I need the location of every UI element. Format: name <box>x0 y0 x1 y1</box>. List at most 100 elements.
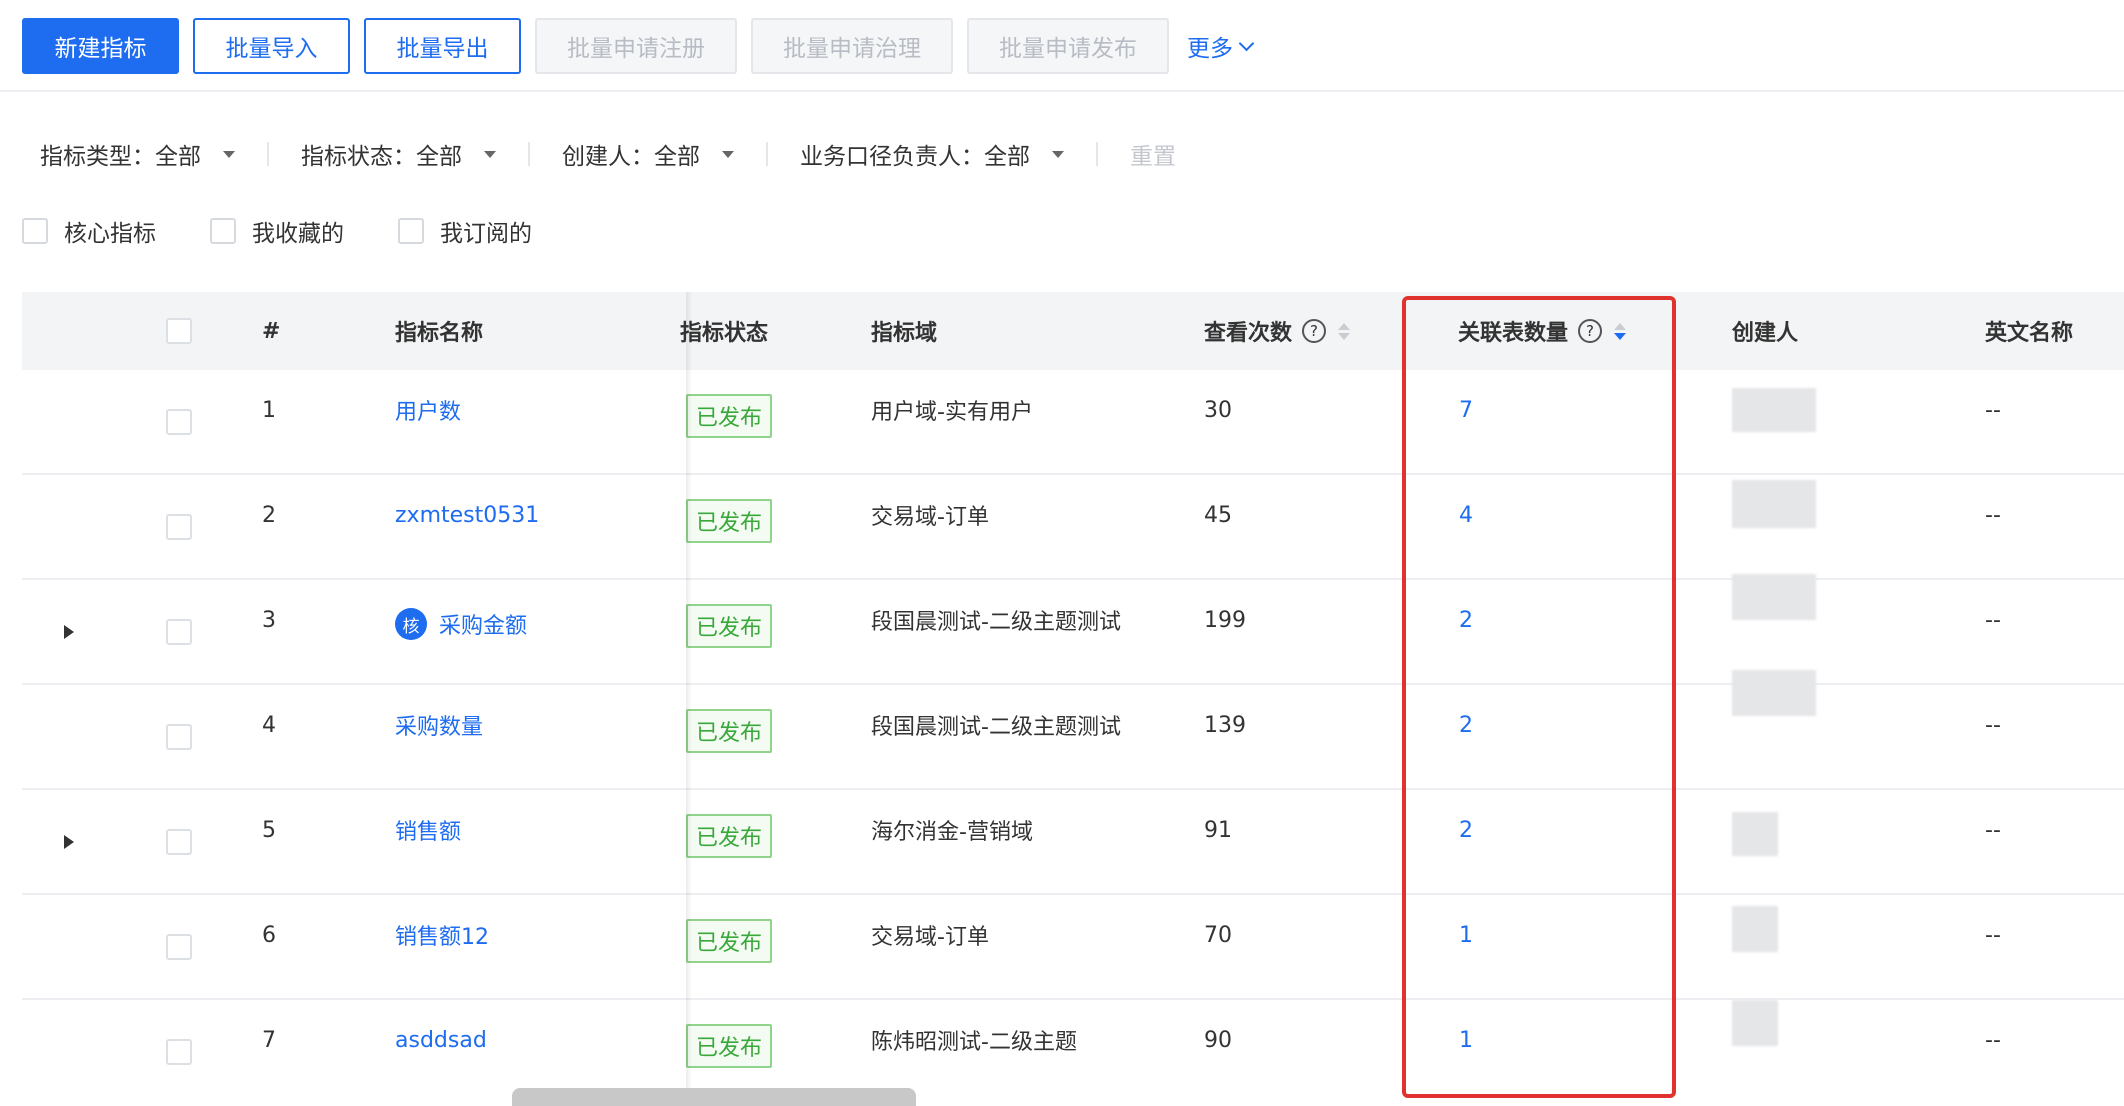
metric-name-link[interactable]: 核 采购金额 <box>395 584 527 664</box>
help-icon[interactable]: ? <box>1578 319 1603 343</box>
expand-toggle[interactable] <box>64 802 74 882</box>
table-row[interactable]: 5 销售额 已发布 海尔消金-营销域 91 2 -- <box>22 790 2124 895</box>
col-creator: 创建人 <box>1732 321 1799 346</box>
help-icon[interactable]: ? <box>1302 319 1327 343</box>
filter-type[interactable]: 指标类型：全部 <box>40 137 235 171</box>
row-checkbox[interactable] <box>166 487 192 567</box>
sort-icon[interactable] <box>1614 322 1627 340</box>
col-index: # <box>262 318 281 344</box>
english-name-cell: -- <box>1985 712 2001 738</box>
row-index: 1 <box>262 397 276 423</box>
row-index: 3 <box>262 607 276 633</box>
metric-name-link[interactable]: asddsad <box>395 1000 487 1080</box>
creator-avatar-redacted <box>1732 388 1816 432</box>
col-views-label: 查看次数 <box>1204 321 1293 346</box>
table-row[interactable]: 6 销售额12 已发布 交易域-订单 70 1 -- <box>22 895 2124 1000</box>
domain-cell: 用户域-实有用户 <box>871 400 1033 425</box>
select-all-checkbox[interactable] <box>166 292 192 370</box>
creator-avatar-redacted <box>1732 670 1816 716</box>
favorited-checkbox[interactable]: 我收藏的 <box>210 214 344 248</box>
metric-name-link[interactable]: 销售额 <box>395 790 461 870</box>
horizontal-scrollbar[interactable] <box>512 1088 916 1106</box>
filter-type-label: 指标类型：全部 <box>40 144 201 170</box>
checkbox-box[interactable] <box>166 724 192 750</box>
metric-name-link[interactable]: zxmtest0531 <box>395 475 539 555</box>
english-name-cell: -- <box>1985 397 2001 423</box>
checkbox-box[interactable] <box>166 829 192 855</box>
fixed-column-shadow <box>686 292 692 1106</box>
status-badge: 已发布 <box>686 1024 773 1068</box>
more-dropdown[interactable]: 更多 <box>1187 29 1255 63</box>
english-name-cell: -- <box>1985 502 2001 528</box>
checkbox-box[interactable] <box>166 409 192 435</box>
new-metric-button[interactable]: 新建指标 <box>22 18 179 74</box>
batch-govern-button[interactable]: 批量申请治理 <box>751 18 953 74</box>
creator-avatar-redacted <box>1732 906 1778 952</box>
domain-cell: 陈炜昭测试-二级主题 <box>871 1030 1077 1055</box>
expand-toggle[interactable] <box>64 592 74 672</box>
filter-creator[interactable]: 创建人：全部 <box>562 137 734 171</box>
views-cell: 91 <box>1204 817 1232 843</box>
table-row[interactable]: 7 asddsad 已发布 陈炜昭测试-二级主题 90 1 -- <box>22 1000 2124 1105</box>
tables-count-link[interactable]: 1 <box>1459 895 1473 975</box>
core-metric-checkbox[interactable]: 核心指标 <box>22 214 156 248</box>
checkbox-box[interactable] <box>166 934 192 960</box>
sort-up-icon <box>1614 322 1627 330</box>
batch-publish-button[interactable]: 批量申请发布 <box>967 18 1169 74</box>
tables-count-link[interactable]: 2 <box>1459 790 1473 870</box>
subscribed-checkbox[interactable]: 我订阅的 <box>398 214 532 248</box>
col-status: 指标状态 <box>680 321 769 346</box>
col-tables-label: 关联表数量 <box>1458 321 1569 346</box>
sort-icon[interactable] <box>1338 322 1351 340</box>
tables-count-link[interactable]: 7 <box>1459 370 1473 450</box>
col-english: 英文名称 <box>1985 321 2074 346</box>
checkbox-box[interactable] <box>22 218 48 244</box>
batch-export-button[interactable]: 批量导出 <box>364 18 521 74</box>
tables-count-link[interactable]: 4 <box>1459 475 1473 555</box>
more-label: 更多 <box>1187 36 1233 62</box>
filter-status[interactable]: 指标状态：全部 <box>301 137 496 171</box>
filter-owner[interactable]: 业务口径负责人：全部 <box>800 137 1064 171</box>
row-checkbox[interactable] <box>166 382 192 462</box>
col-views[interactable]: 查看次数 ? <box>1204 292 1351 370</box>
checkbox-box[interactable] <box>398 218 424 244</box>
tables-count-link[interactable]: 1 <box>1459 1000 1473 1080</box>
status-cell: 已发布 <box>686 1000 773 1080</box>
checkbox-box[interactable] <box>166 318 192 344</box>
favorited-label: 我收藏的 <box>252 221 344 247</box>
filter-status-label: 指标状态：全部 <box>301 144 462 170</box>
checkbox-box[interactable] <box>210 218 236 244</box>
creator-avatar-redacted <box>1732 812 1778 856</box>
checkbox-box[interactable] <box>166 1039 192 1065</box>
english-name-cell: -- <box>1985 922 2001 948</box>
tables-count-link[interactable]: 2 <box>1459 685 1473 765</box>
core-metric-icon: 核 <box>395 608 427 640</box>
filter-creator-label: 创建人：全部 <box>562 144 700 170</box>
batch-register-button[interactable]: 批量申请注册 <box>535 18 737 74</box>
batch-import-button[interactable]: 批量导入 <box>193 18 350 74</box>
row-index: 2 <box>262 502 276 528</box>
caret-right-icon <box>64 625 74 639</box>
metric-name-link[interactable]: 用户数 <box>395 370 461 450</box>
english-name-cell: -- <box>1985 817 2001 843</box>
views-cell: 90 <box>1204 1027 1232 1053</box>
metric-name-link[interactable]: 销售额12 <box>395 895 489 975</box>
row-checkbox[interactable] <box>166 592 192 672</box>
status-badge: 已发布 <box>686 709 773 753</box>
row-checkbox[interactable] <box>166 802 192 882</box>
col-tables[interactable]: 关联表数量 ? <box>1458 292 1627 370</box>
status-badge: 已发布 <box>686 604 773 648</box>
tables-count-link[interactable]: 2 <box>1459 580 1473 660</box>
row-checkbox[interactable] <box>166 697 192 777</box>
domain-cell: 海尔消金-营销域 <box>871 820 1033 845</box>
row-checkbox[interactable] <box>166 1012 192 1092</box>
col-domain: 指标域 <box>871 321 938 346</box>
domain-cell: 交易域-订单 <box>871 505 989 530</box>
checkbox-box[interactable] <box>166 619 192 645</box>
checkbox-box[interactable] <box>166 514 192 540</box>
toolbar: 新建指标 批量导入 批量导出 批量申请注册 批量申请治理 批量申请发布 更多 <box>22 18 1255 74</box>
reset-button[interactable]: 重置 <box>1130 137 1176 171</box>
metric-name-link[interactable]: 采购数量 <box>395 685 483 765</box>
row-checkbox[interactable] <box>166 907 192 987</box>
status-badge: 已发布 <box>686 919 773 963</box>
